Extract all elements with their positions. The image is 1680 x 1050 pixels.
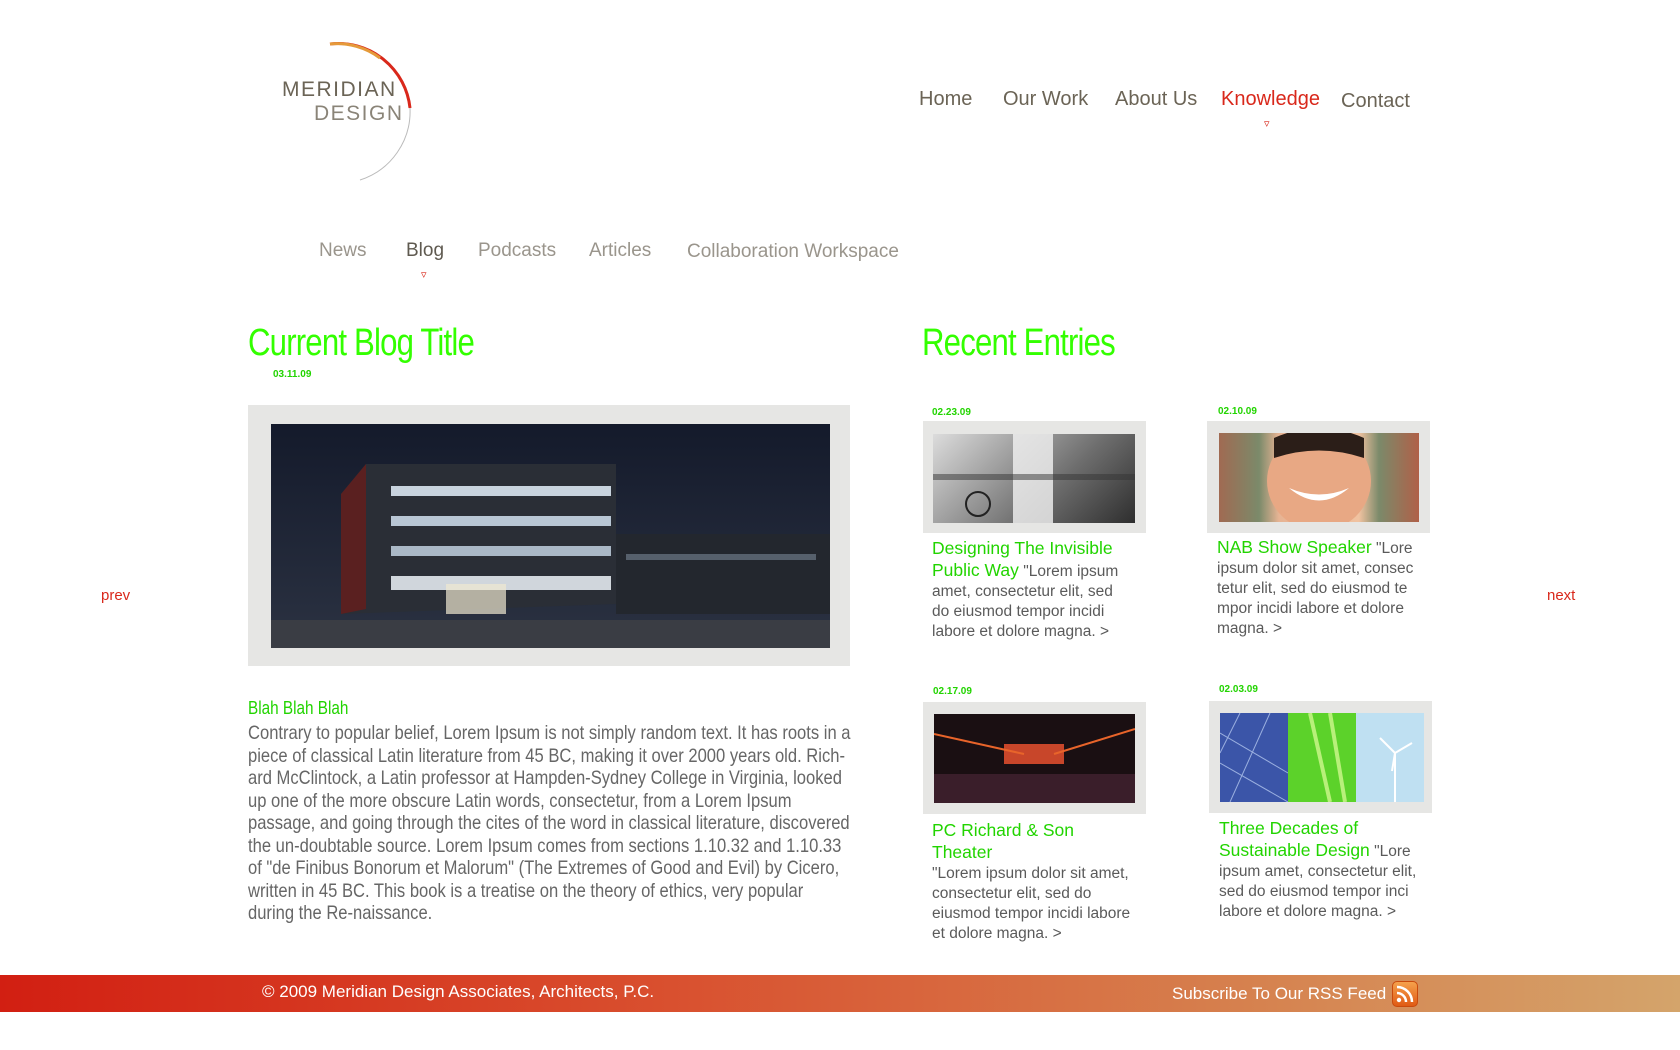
entry-excerpt: "Lorem ipsum dolor sit amet, consectetur…	[932, 865, 1131, 942]
logo[interactable]: MERIDIAN DESIGN	[270, 38, 440, 188]
nav-home[interactable]: Home	[919, 88, 972, 111]
nav-about-us[interactable]: About Us	[1115, 88, 1197, 111]
logo-wordmark-line1: MERIDIAN	[282, 78, 397, 101]
next-link[interactable]: next	[1547, 587, 1575, 604]
list-item[interactable]: Designing The Invisible Public Way "Lore…	[932, 538, 1122, 642]
entry-thumbnail-image[interactable]	[933, 434, 1135, 523]
active-caret-icon: ▿	[1264, 118, 1270, 130]
entry-thumbnail-image[interactable]	[934, 714, 1135, 803]
list-item[interactable]: PC Richard & Son Theater "Lorem ipsum do…	[932, 820, 1137, 944]
subnav-articles[interactable]: Articles	[589, 240, 651, 262]
blog-title: Current Blog Title	[248, 322, 475, 364]
featured-building-image[interactable]	[271, 424, 830, 648]
entry-date: 02.17.09	[933, 686, 972, 697]
prev-link[interactable]: prev	[101, 587, 130, 604]
list-item[interactable]: NAB Show Speaker "Lore ipsum dolor sit a…	[1217, 537, 1422, 639]
logo-wordmark-line2: DESIGN	[314, 102, 404, 125]
subnav-collaboration-workspace[interactable]: Collaboration Workspace	[687, 241, 899, 263]
list-item[interactable]: Three Decades of Sustainable Design "Lor…	[1219, 818, 1424, 922]
blog-body-text: Contrary to popular belief, Lorem Ipsum …	[248, 722, 851, 924]
entry-title[interactable]: Three Decades of Sustainable Design	[1219, 818, 1370, 860]
footer-bar: © 2009 Meridian Design Associates, Archi…	[0, 975, 1680, 1012]
entry-date: 02.03.09	[1219, 684, 1258, 695]
entry-thumbnail-image[interactable]	[1220, 713, 1424, 802]
nav-our-work[interactable]: Our Work	[1003, 88, 1088, 111]
entry-thumbnail-image[interactable]	[1219, 433, 1419, 522]
subnav-news[interactable]: News	[319, 240, 367, 262]
subnav-blog[interactable]: Blog	[406, 240, 444, 262]
entry-date: 02.23.09	[932, 407, 971, 418]
blog-date: 03.11.09	[273, 369, 312, 380]
copyright-text: © 2009 Meridian Design Associates, Archi…	[262, 982, 655, 1001]
entry-title[interactable]: PC Richard & Son Theater	[932, 820, 1074, 862]
blog-body-title: Blah Blah Blah	[248, 698, 349, 718]
active-caret-icon: ▿	[421, 269, 427, 281]
nav-contact[interactable]: Contact	[1341, 90, 1410, 113]
entry-title[interactable]: NAB Show Speaker	[1217, 537, 1372, 557]
nav-knowledge[interactable]: Knowledge	[1221, 88, 1320, 111]
rss-subscribe-link[interactable]: Subscribe To Our RSS Feed	[1172, 984, 1386, 1004]
rss-icon[interactable]	[1392, 981, 1418, 1007]
entry-date: 02.10.09	[1218, 406, 1257, 417]
recent-entries-heading: Recent Entries	[922, 322, 1116, 364]
subnav-podcasts[interactable]: Podcasts	[478, 240, 556, 262]
